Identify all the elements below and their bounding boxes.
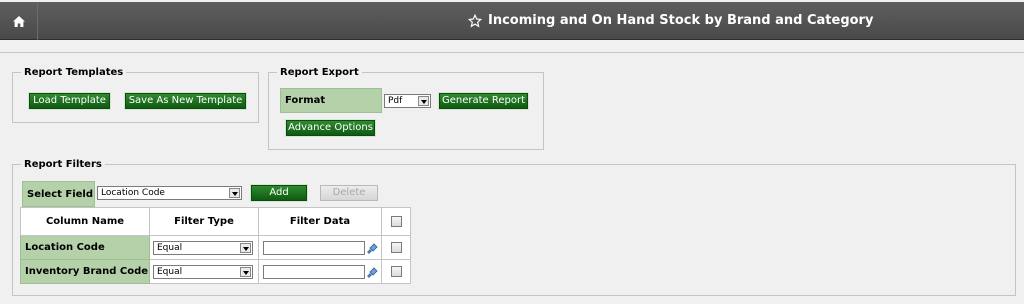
filter-data-input[interactable]	[263, 264, 365, 279]
page-title: Incoming and On Hand Stock by Brand and …	[468, 13, 873, 28]
load-template-button[interactable]: Load Template	[28, 92, 111, 110]
filter-data-cell	[258, 235, 382, 260]
row-select-cell	[381, 235, 411, 260]
advance-options-button[interactable]: Advance Options	[285, 119, 376, 137]
lookup-icon[interactable]	[366, 266, 378, 278]
add-filter-button[interactable]: Add	[250, 184, 308, 202]
report-filters-legend: Report Filters	[21, 158, 105, 171]
chevron-down-icon	[240, 266, 251, 277]
report-export-legend: Report Export	[277, 66, 362, 79]
row-checkbox[interactable]	[390, 265, 402, 277]
top-bar: Incoming and On Hand Stock by Brand and …	[0, 2, 1024, 40]
format-select-value: Pdf	[388, 96, 403, 106]
row-select-cell	[381, 259, 411, 284]
filter-type-select[interactable]: Equal	[153, 240, 253, 255]
filter-type-cell: Equal	[149, 235, 259, 260]
select-all-cell	[381, 207, 411, 236]
table-row: Location Code Equal	[20, 235, 411, 260]
row-name: Location Code	[20, 235, 150, 260]
filter-data-input[interactable]	[263, 240, 365, 255]
save-as-new-template-button[interactable]: Save As New Template	[124, 92, 247, 110]
select-field-value: Location Code	[101, 188, 165, 198]
select-all-checkbox[interactable]	[390, 215, 402, 227]
filter-type-select[interactable]: Equal	[153, 264, 253, 279]
home-button[interactable]	[0, 2, 38, 40]
star-icon[interactable]	[468, 13, 482, 28]
report-templates-legend: Report Templates	[21, 66, 127, 79]
filter-type-value: Equal	[157, 266, 183, 277]
chevron-down-icon	[240, 242, 251, 253]
row-name: Inventory Brand Code	[20, 259, 150, 284]
table-header-row: Column Name Filter Type Filter Data	[20, 207, 411, 236]
report-templates-panel: Report Templates Load Template Save As N…	[12, 66, 259, 123]
generate-report-button[interactable]: Generate Report	[438, 92, 529, 110]
divider	[0, 52, 1024, 53]
column-header: Filter Type	[149, 207, 259, 236]
format-label: Format	[280, 88, 382, 113]
column-header: Column Name	[20, 207, 150, 236]
filter-table: Column Name Filter Type Filter Data Loca…	[20, 207, 411, 284]
filter-data-cell	[258, 259, 382, 284]
page-title-text: Incoming and On Hand Stock by Brand and …	[488, 13, 874, 28]
row-checkbox[interactable]	[390, 241, 402, 253]
chevron-down-icon	[229, 188, 240, 198]
select-field-dropdown[interactable]: Location Code	[97, 186, 242, 200]
select-field-label: Select Field	[22, 181, 95, 207]
table-row: Inventory Brand Code Equal	[20, 259, 411, 284]
filter-type-value: Equal	[157, 242, 183, 253]
chevron-down-icon	[418, 96, 429, 106]
format-select[interactable]: Pdf	[384, 94, 431, 108]
filter-type-cell: Equal	[149, 259, 259, 284]
report-export-panel: Report Export Format Pdf Generate Report…	[268, 66, 544, 150]
column-header: Filter Data	[258, 207, 382, 236]
delete-filter-button[interactable]: Delete	[320, 185, 378, 201]
home-icon	[12, 15, 25, 27]
lookup-icon[interactable]	[366, 242, 378, 254]
